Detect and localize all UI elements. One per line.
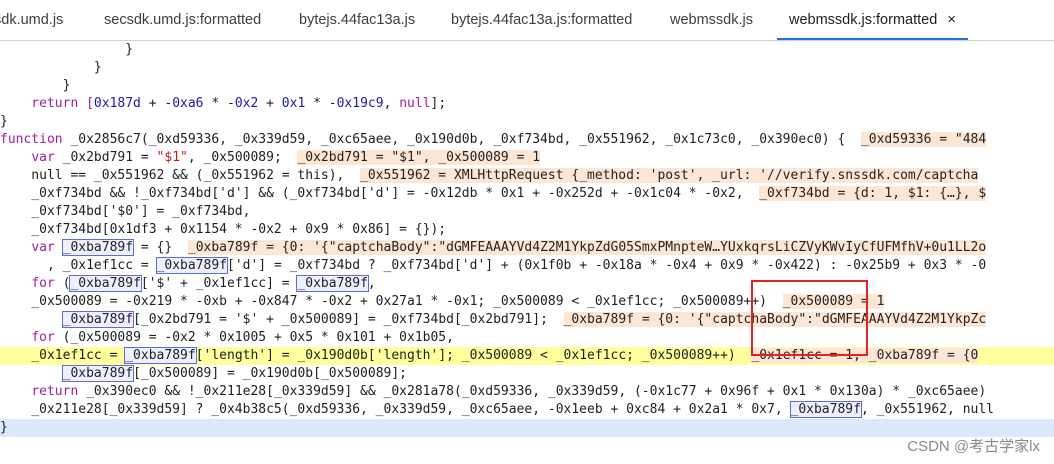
- close-tab-icon[interactable]: ×: [947, 11, 956, 28]
- code-line: }: [0, 42, 134, 57]
- code-line: _0xba789f[_0x2bd791 = '$' + _0x500089] =…: [61, 311, 987, 328]
- tab-webmssdk[interactable]: webmssdk.js: [670, 0, 753, 40]
- inline-value: _0x2bd791 = "$1", _0x500089 = 1: [297, 150, 541, 165]
- tab-webmssdk-formatted[interactable]: webmssdk.js:formatted ×: [777, 0, 969, 40]
- code-line: _0x211e28[_0x339d59] ? _0x4b38c5(_0xd593…: [0, 401, 995, 418]
- highlighted-identifier: _0xba789f: [61, 311, 135, 328]
- code-line: for (_0x500089 = -0x2 * 0x1005 + 0x5 * 0…: [31, 330, 454, 345]
- code-line: }: [0, 78, 71, 93]
- watermark: CSDN @考古学家lx: [907, 438, 1040, 455]
- code-line: var _0xba789f = {} _0xba789f = {0: '{"ca…: [31, 239, 987, 256]
- tab-bytejs[interactable]: bytejs.44fac13a.js: [299, 0, 415, 40]
- code-line: , _0x1ef1cc = _0xba789f['d'] = _0xf734bd…: [0, 257, 987, 274]
- code-line-function-def: function _0x2856c7(_0xd59336, _0x339d59,…: [0, 132, 987, 147]
- code-line: return [0x187d + -0xa6 * -0x2 + 0x1 * -0…: [0, 96, 447, 111]
- inline-value: _0xd59336 = "484: [860, 132, 987, 147]
- highlighted-identifier: _0xba789f: [69, 275, 142, 292]
- code-line: var _0x2bd791 = "$1", _0x500089; _0x2bd7…: [31, 150, 541, 165]
- highlighted-identifier: _0xba789f: [155, 257, 229, 274]
- tab-sdk-umd[interactable]: sdk.umd.js: [0, 0, 63, 40]
- highlighted-identifier: _0xba789f: [789, 401, 862, 418]
- code-line: _0xba789f[_0x500089] = _0x190d0b[_0x5000…: [61, 365, 408, 382]
- inline-value: _0x551962 = XMLHttpRequest {_method: 'po…: [360, 168, 979, 183]
- annotation-red-box: [751, 280, 868, 356]
- highlighted-identifier: _0xba789f: [61, 365, 135, 382]
- code-line-selected: }: [0, 419, 1054, 437]
- inline-value: _0xba789f = {0: '{"captchaBody":"dGMFEAA…: [187, 240, 987, 255]
- code-line: _0xf734bd[0x1df3 + 0x1154 * -0x2 + 0x9 *…: [0, 222, 447, 237]
- tab-secsdk-formatted[interactable]: secsdk.umd.js:formatted: [104, 0, 261, 40]
- code-line: _0x500089 = -0x219 * -0xb + -0x847 * -0x…: [0, 294, 885, 309]
- code-line: null == _0x551962 && (_0x551962 = this),…: [0, 168, 979, 183]
- editor-tab-bar: sdk.umd.js secsdk.umd.js:formatted bytej…: [0, 0, 1054, 41]
- highlighted-identifier: _0xba789f: [296, 275, 369, 292]
- inline-value: _0xf734bd = {d: 1, $1: {…}, $: [759, 186, 987, 201]
- highlighted-identifier: _0xba789f: [124, 347, 197, 364]
- highlighted-identifier: _0xba789f: [61, 239, 135, 256]
- code-line: _0xf734bd['$0'] = _0xf734bd,: [0, 204, 251, 219]
- code-line: }: [0, 60, 102, 75]
- code-line-paused: _0x1ef1cc = _0xba789f['length'] = _0x190…: [0, 347, 1054, 365]
- tab-bytejs-formatted[interactable]: bytejs.44fac13a.js:formatted: [451, 0, 632, 40]
- code-line: return _0x390ec0 && !_0x211e28[_0x339d59…: [31, 384, 987, 399]
- code-line: }: [0, 114, 8, 129]
- code-line: _0xf734bd && !_0xf734bd['d'] && (_0xf734…: [0, 186, 987, 201]
- code-editor[interactable]: } } } return [0x187d + -0xa6 * -0x2 + 0x…: [0, 41, 1054, 464]
- code-line: for (_0xba789f['$' + _0x1ef1cc] = _0xba7…: [31, 275, 376, 292]
